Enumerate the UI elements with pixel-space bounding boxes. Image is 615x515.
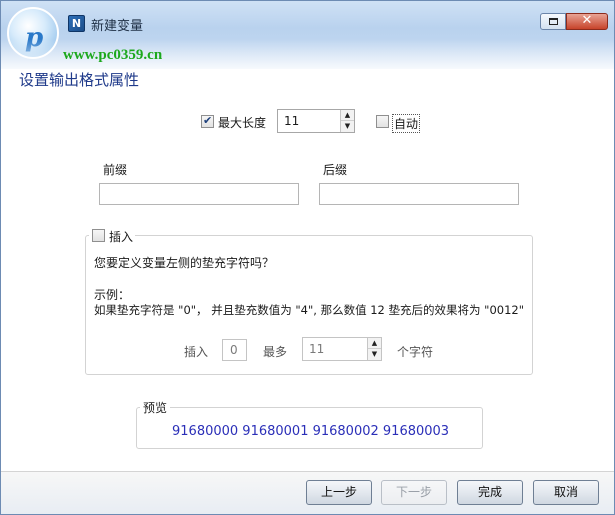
auto-checkbox[interactable] [376,115,389,128]
insert-char-value: 0 [230,343,238,357]
prefix-input[interactable] [99,183,299,205]
max-length-spinner[interactable]: 11 ▲ ▼ [277,109,355,133]
insert-label: 插入 [184,345,209,359]
site-logo-icon: p [7,7,59,59]
next-button[interactable]: 下一步 [381,480,447,505]
maximize-button[interactable] [540,13,566,30]
app-icon: N [68,15,85,32]
padding-question: 您要定义变量左侧的垫充字符吗？ [94,256,275,270]
close-icon: ✕ [581,13,593,28]
max-chars-value: 11 [309,342,325,356]
spin-down-arrow-icon[interactable]: ▼ [341,121,354,132]
title-bar[interactable]: p N 新建变量 www.pc0359.cn ✕ [1,1,614,69]
finish-button[interactable]: 完成 [457,480,523,505]
preview-legend: 预览 [140,399,171,416]
padding-example-text: 如果垫充字符是 "0"， 并且垫充数值为 "4", 那么数值 12 垫充后的效果… [94,303,525,317]
padding-legend-label: 插入 [109,230,134,244]
preview-legend-label: 预览 [143,401,168,415]
site-logo-glyph: p [25,23,44,53]
padding-example-title: 示例： [94,288,131,302]
max-length-checkbox[interactable] [201,114,214,128]
max-length-spin-buttons: ▲ ▼ [340,110,354,132]
prefix-label: 前缀 [103,163,128,177]
insert-char-input[interactable]: 0 [222,339,247,361]
preview-text: 91680000 91680001 91680002 91680003 [172,424,450,439]
cancel-button[interactable]: 取消 [533,480,599,505]
spin-up-arrow-icon[interactable]: ▲ [341,110,354,121]
padding-checkbox[interactable] [92,229,105,242]
dialog-window: p N 新建变量 www.pc0359.cn ✕ 设置输出格式属性 最大长度 1… [0,0,615,515]
auto-label: 自动 [392,114,421,133]
suffix-label: 后缀 [323,163,348,177]
back-button[interactable]: 上一步 [306,480,372,505]
spin-up-arrow-icon[interactable]: ▲ [368,338,381,349]
max-length-value: 11 [284,114,300,128]
maximize-icon [549,18,558,25]
suffix-input[interactable] [319,183,519,205]
chars-unit-label: 个字符 [397,345,434,359]
max-chars-spinner[interactable]: 11 ▲ ▼ [302,337,382,361]
max-chars-label: 最多 [263,345,288,359]
button-bar: 上一步 下一步 完成 取消 [1,471,614,514]
spin-down-arrow-icon[interactable]: ▼ [368,349,381,360]
close-button[interactable]: ✕ [566,13,608,30]
watermark-url: www.pc0359.cn [63,47,163,63]
max-length-label: 最大长度 [218,116,267,130]
max-chars-spin-buttons: ▲ ▼ [367,338,381,360]
window-title: 新建变量 [91,19,144,34]
page-heading: 设置输出格式属性 [19,71,140,89]
window-controls: ✕ [540,13,608,30]
